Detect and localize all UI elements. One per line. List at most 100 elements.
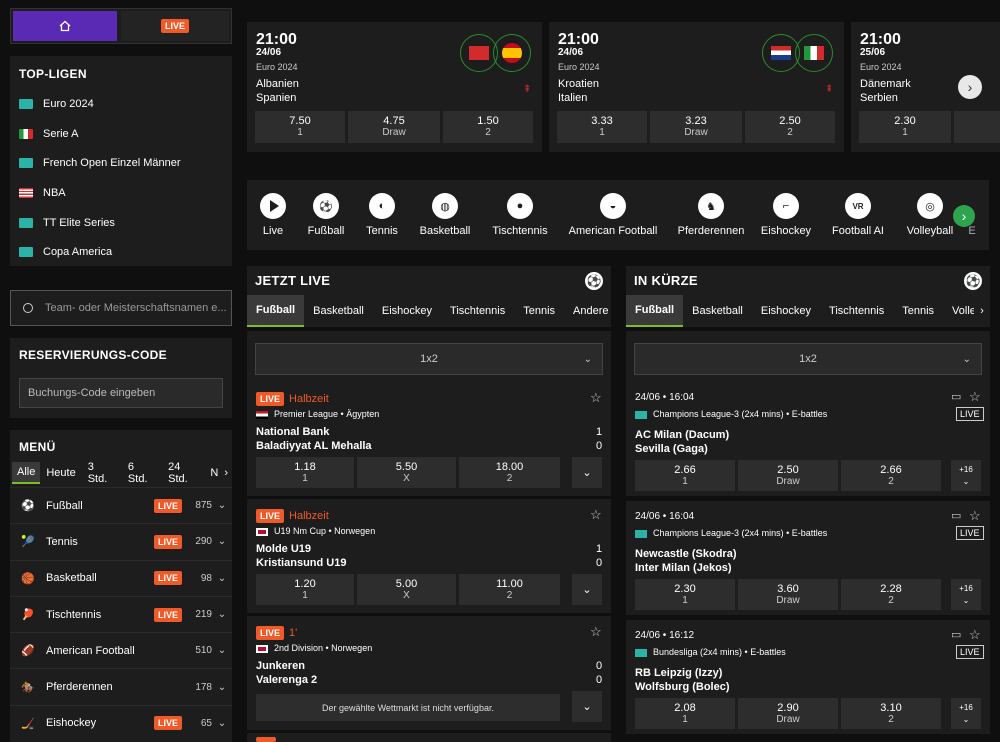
chevron-down-icon[interactable]: ⌄ <box>212 645 232 656</box>
filter-6h[interactable]: 6 Std. <box>122 461 162 485</box>
menu-sport-basketball[interactable]: 🏀 Basketball LIVE 98 ⌄ <box>10 559 232 596</box>
booking-code-input[interactable]: Buchungs-Code eingeben <box>19 378 223 408</box>
filter-24h[interactable]: 24 Std. <box>162 461 208 485</box>
league-item[interactable]: Copa America <box>19 237 223 267</box>
more-markets-button[interactable]: ⌄ <box>572 457 602 488</box>
tab-icehockey[interactable]: Eishockey <box>752 295 820 327</box>
carousel-next-button[interactable]: › <box>958 75 982 99</box>
menu-sport-horseracing[interactable]: 🏇 Pferderennen 178 ⌄ <box>10 668 232 704</box>
league-item[interactable]: TT Elite Series <box>19 208 223 238</box>
odd-button[interactable]: 2.50 2 <box>745 111 835 143</box>
star-icon[interactable]: ☆ <box>590 624 602 640</box>
sport-basketball[interactable]: ◍ Basketball <box>405 193 485 237</box>
odd-button[interactable]: 3.10 2 <box>841 698 941 729</box>
chevron-down-icon[interactable]: ⌄ <box>212 682 232 693</box>
menu-sport-icehockey[interactable]: 🏒 Eishockey LIVE 65 ⌄ <box>10 704 232 741</box>
featured-match-card[interactable]: 21:00 24/06 Euro 2024 Albanien Spanien ⇞… <box>247 22 542 152</box>
odd-button[interactable]: 2.66 2 <box>841 460 941 491</box>
home-button[interactable] <box>13 11 117 41</box>
odd-button[interactable]: 2.08 1 <box>635 698 735 729</box>
menu-sport-tabletennis[interactable]: 🏓 Tischtennis LIVE 219 ⌄ <box>10 595 232 632</box>
odd-button[interactable]: 2.30 1 <box>859 111 951 143</box>
menu-sport-football[interactable]: ⚽ Fußball LIVE 875 ⌄ <box>10 487 232 523</box>
odd-button[interactable]: 1.18 1 <box>256 457 354 488</box>
tab-basketball[interactable]: Basketball <box>683 295 752 327</box>
odd-button[interactable]: 2.66 1 <box>635 460 735 491</box>
chevron-down-icon[interactable]: ⌄ <box>212 609 232 620</box>
chevron-right-icon[interactable]: › <box>974 295 990 327</box>
league-item[interactable]: NBA <box>19 178 223 208</box>
market-select[interactable]: 1x2 ⌄ <box>255 343 603 375</box>
league-item[interactable]: French Open Einzel Männer <box>19 148 223 178</box>
tab-tennis[interactable]: Tennis <box>893 295 943 327</box>
upcoming-event[interactable]: 24/06 • 16:04 ▭ ☆ LIVE Champions League-… <box>626 501 990 615</box>
sport-tennis[interactable]: ◐ Tennis <box>359 193 405 237</box>
tab-tabletennis[interactable]: Tischtennis <box>441 295 514 327</box>
odd-button[interactable]: 3.33 1 <box>557 111 647 143</box>
chevron-down-icon[interactable]: ⌄ <box>212 500 232 511</box>
star-icon[interactable]: ☆ <box>969 627 981 643</box>
star-icon[interactable]: ☆ <box>590 390 602 406</box>
odd-button[interactable]: 2.50 Draw <box>738 460 838 491</box>
upcoming-event[interactable]: 24/06 • 16:04 ▭ ☆ LIVE Champions League-… <box>626 382 990 496</box>
more-markets-button[interactable]: +16 ⌄ <box>951 579 981 610</box>
search-box[interactable]: Team- oder Meisterschaftsnamen e... <box>10 290 232 326</box>
live-nav-button[interactable]: LIVE <box>121 11 229 41</box>
stats-icon[interactable]: ⇞ <box>825 84 833 95</box>
filter-3h[interactable]: 3 Std. <box>82 461 122 485</box>
odd-button[interactable]: 3.60 Draw <box>738 579 838 610</box>
menu-sport-americanfootball[interactable]: 🏈 American Football 510 ⌄ <box>10 632 232 668</box>
sport-football[interactable]: ⚽ Fußball <box>293 193 359 237</box>
star-icon[interactable]: ☆ <box>969 389 981 405</box>
live-event[interactable]: LIVE Halbzeit ☆ U19 Nm Cup • Norwegen Mol… <box>247 499 611 613</box>
upcoming-event[interactable]: 24/06 • 16:12 ▭ ☆ LIVE Bundesliga (2x4 m… <box>626 620 990 734</box>
tab-icehockey[interactable]: Eishockey <box>373 295 441 327</box>
more-markets-button[interactable]: +16 ⌄ <box>951 460 981 491</box>
tab-other[interactable]: Andere <box>564 295 617 327</box>
odd-button[interactable]: 5.50 X <box>357 457 456 488</box>
live-event[interactable]: LIVE 1' ☆ 2nd Division • Norwegen Junkere… <box>247 616 611 730</box>
star-icon[interactable]: ☆ <box>969 508 981 524</box>
more-markets-button[interactable]: +16 ⌄ <box>951 698 981 729</box>
more-markets-button[interactable]: ⌄ <box>572 691 602 722</box>
sport-americanfootball[interactable]: ◒ American Football <box>555 193 671 237</box>
market-select[interactable]: 1x2 ⌄ <box>634 343 982 375</box>
odd-button[interactable]: 18.00 2 <box>459 457 560 488</box>
tab-tennis[interactable]: Tennis <box>514 295 564 327</box>
league-item[interactable]: Serie A <box>19 119 223 149</box>
sport-live[interactable]: Live <box>253 193 293 237</box>
sport-horseracing[interactable]: ♞ Pferderennen <box>671 193 751 237</box>
odd-button[interactable]: 7.50 1 <box>255 111 345 143</box>
odd-button[interactable]: 2.90 Draw <box>738 698 838 729</box>
odd-button[interactable]: 5.00 X <box>357 574 456 605</box>
odd-button[interactable]: 1.20 1 <box>256 574 354 605</box>
featured-match-card[interactable]: 21:00 24/06 Euro 2024 Kroatien Italien ⇞… <box>549 22 844 152</box>
odd-button[interactable]: 4.75 Draw <box>348 111 440 143</box>
more-markets-button[interactable]: ⌄ <box>572 574 602 605</box>
chevron-down-icon[interactable]: ⌄ <box>212 718 232 729</box>
tab-football[interactable]: Fußball <box>626 295 684 327</box>
sport-footballai[interactable]: VR Football AI <box>821 193 895 237</box>
tab-basketball[interactable]: Basketball <box>304 295 373 327</box>
live-event[interactable]: LIVE Halbzeit ☆ Premier League • Ägypten … <box>247 382 611 496</box>
chevron-right-icon[interactable]: › <box>220 467 232 479</box>
search-input[interactable]: Team- oder Meisterschaftsnamen e... <box>45 302 227 314</box>
stats-icon[interactable]: ⇞ <box>523 84 531 95</box>
league-item[interactable]: Euro 2024 <box>19 89 223 119</box>
odd-button[interactable]: 2.28 2 <box>841 579 941 610</box>
menu-sport-tennis[interactable]: 🎾 Tennis LIVE 290 ⌄ <box>10 523 232 559</box>
tab-tabletennis[interactable]: Tischtennis <box>820 295 893 327</box>
sport-icehockey[interactable]: ⌐ Eishockey <box>751 193 821 237</box>
sport-tabletennis[interactable]: ● Tischtennis <box>485 193 555 237</box>
chevron-down-icon[interactable]: ⌄ <box>212 573 232 584</box>
chevron-down-icon[interactable]: ⌄ <box>212 536 232 547</box>
filter-today[interactable]: Heute <box>40 467 81 479</box>
odd-button[interactable]: 11.00 2 <box>459 574 560 605</box>
tab-football[interactable]: Fußball <box>247 295 305 327</box>
odd-button[interactable] <box>954 111 1000 143</box>
star-icon[interactable]: ☆ <box>590 507 602 523</box>
odd-button[interactable]: 2.30 1 <box>635 579 735 610</box>
filter-all[interactable]: Alle <box>12 462 41 484</box>
odd-button[interactable]: 1.50 2 <box>443 111 533 143</box>
sports-bar-next-button[interactable]: › <box>953 205 975 227</box>
